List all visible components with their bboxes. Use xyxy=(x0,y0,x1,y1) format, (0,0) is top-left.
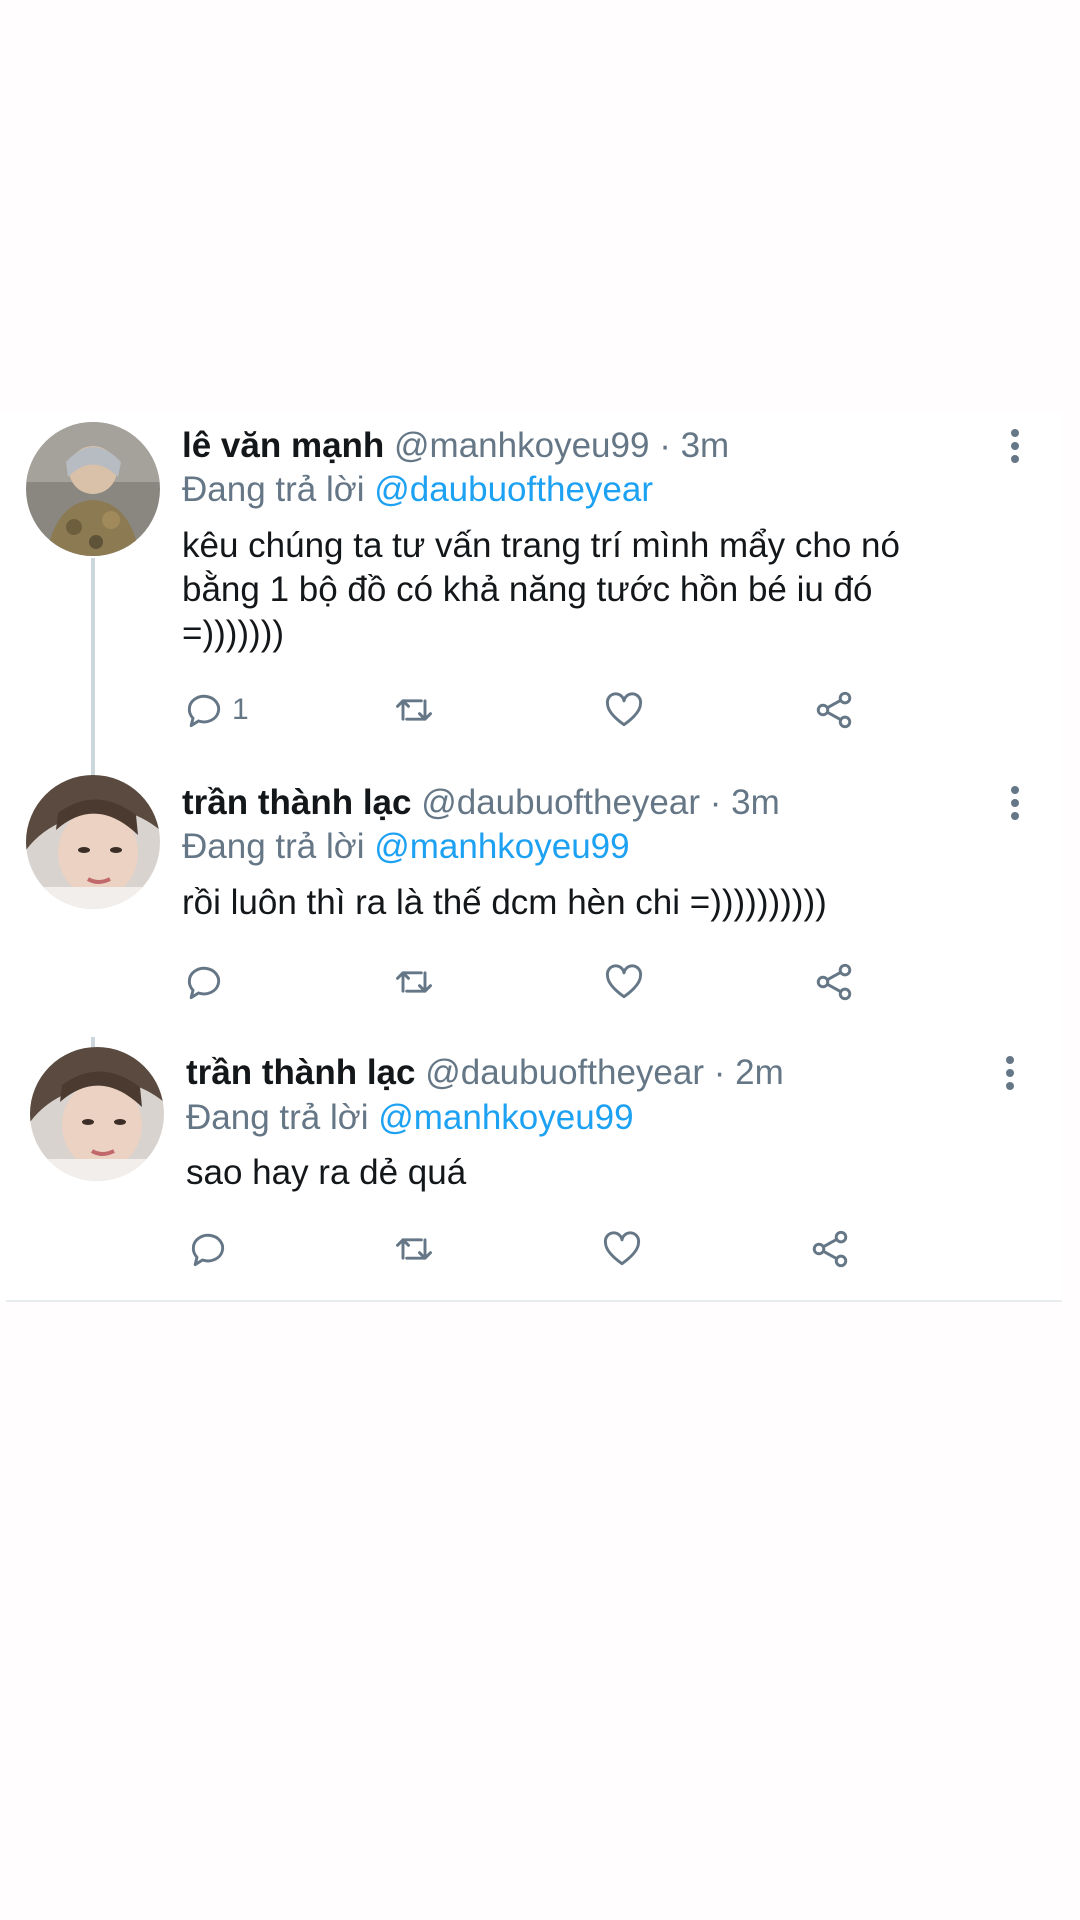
more-vertical-icon[interactable] xyxy=(998,1049,1022,1097)
heart-icon xyxy=(603,1231,641,1266)
heart-icon xyxy=(605,964,643,999)
heart-icon xyxy=(605,692,643,727)
tweet-thread: lê văn mạnh @manhkoyeu99 · 3m Đang trả l… xyxy=(0,412,1062,1302)
tweet-header: trần thành lạc @daubuoftheyear · 2m xyxy=(186,1049,992,1097)
replying-to-label: Đang trả lời xyxy=(182,470,365,509)
tweet-text: rồi luôn thì ra là thế dcm hèn chi =))))… xyxy=(182,881,1012,925)
share-icon xyxy=(816,691,852,729)
tweet[interactable]: lê văn mạnh @manhkoyeu99 · 3m Đang trả l… xyxy=(0,412,1062,784)
share-button[interactable] xyxy=(812,685,856,735)
like-button[interactable] xyxy=(602,685,646,735)
display-name[interactable]: trần thành lạc xyxy=(182,783,411,822)
avatar[interactable] xyxy=(26,775,160,909)
replying-to-label: Đang trả lời xyxy=(186,1098,369,1137)
replying-to: Đang trả lời @daubuoftheyear xyxy=(182,466,653,514)
tweet[interactable]: trần thành lạc @daubuoftheyear · 2m Đang… xyxy=(0,1037,1062,1302)
divider xyxy=(6,1300,1062,1302)
replying-to: Đang trả lời @manhkoyeu99 xyxy=(182,823,630,871)
reply-bubble-icon xyxy=(187,966,221,1000)
reply-button[interactable] xyxy=(186,1224,236,1274)
tweet-text-line: rồi luôn thì ra là thế dcm hèn chi =))))… xyxy=(182,883,827,922)
timestamp[interactable]: 2m xyxy=(735,1053,784,1092)
separator: · xyxy=(709,783,722,822)
tweet[interactable]: trần thành lạc @daubuoftheyear · 3m Đang… xyxy=(0,767,1062,1037)
like-button[interactable] xyxy=(600,1224,644,1274)
retweet-button[interactable] xyxy=(392,685,436,735)
retweet-icon xyxy=(396,971,432,993)
replying-to-label: Đang trả lời xyxy=(182,827,365,866)
tweet-text-line: sao hay ra dẻ quá xyxy=(186,1153,467,1192)
reply-button[interactable] xyxy=(182,957,232,1007)
timestamp[interactable]: 3m xyxy=(681,426,730,465)
replying-to: Đang trả lời @manhkoyeu99 xyxy=(186,1094,634,1142)
timestamp[interactable]: 3m xyxy=(731,783,780,822)
username[interactable]: @daubuoftheyear xyxy=(421,783,700,822)
reply-bubble-icon xyxy=(191,1233,225,1267)
display-name[interactable]: trần thành lạc xyxy=(186,1053,415,1092)
tweet-text: sao hay ra dẻ quá xyxy=(186,1151,1016,1195)
share-button[interactable] xyxy=(808,1224,852,1274)
share-icon xyxy=(812,1230,848,1268)
reply-bubble-icon xyxy=(187,694,221,728)
tweet-text-line: kêu chúng ta tư vấn trang trí mình mẩy c… xyxy=(182,526,900,565)
tweet-actions xyxy=(186,1224,886,1274)
mention-link[interactable]: @manhkoyeu99 xyxy=(374,827,629,866)
display-name[interactable]: lê văn mạnh xyxy=(182,426,384,465)
share-button[interactable] xyxy=(812,957,856,1007)
tweet-header: lê văn mạnh @manhkoyeu99 · 3m xyxy=(182,422,992,470)
separator: · xyxy=(713,1053,726,1092)
tweet-text: kêu chúng ta tư vấn trang trí mình mẩy c… xyxy=(182,524,1012,656)
avatar[interactable] xyxy=(30,1047,164,1181)
tweet-actions xyxy=(182,957,882,1007)
separator: · xyxy=(659,426,671,465)
share-icon xyxy=(816,963,852,1001)
like-button[interactable] xyxy=(602,957,646,1007)
reply-button[interactable]: 1 xyxy=(182,685,249,735)
retweet-icon xyxy=(396,1238,432,1260)
thread-connector-line xyxy=(91,558,95,784)
reply-count: 1 xyxy=(232,693,249,726)
retweet-icon xyxy=(396,699,432,721)
tweet-text-line: =))))))) xyxy=(182,614,285,653)
mention-link[interactable]: @daubuoftheyear xyxy=(374,470,653,509)
tweet-text-line: bằng 1 bộ đồ có khả năng tước hồn bé iu … xyxy=(182,570,873,609)
retweet-button[interactable] xyxy=(392,1224,436,1274)
tweet-header: trần thành lạc @daubuoftheyear · 3m xyxy=(182,779,992,827)
username[interactable]: @manhkoyeu99 xyxy=(394,426,649,465)
tweet-actions: 1 xyxy=(182,685,882,735)
avatar[interactable] xyxy=(26,422,160,556)
retweet-button[interactable] xyxy=(392,957,436,1007)
username[interactable]: @daubuoftheyear xyxy=(425,1053,704,1092)
more-vertical-icon[interactable] xyxy=(1003,779,1027,827)
mention-link[interactable]: @manhkoyeu99 xyxy=(378,1098,633,1137)
more-vertical-icon[interactable] xyxy=(1003,422,1027,470)
